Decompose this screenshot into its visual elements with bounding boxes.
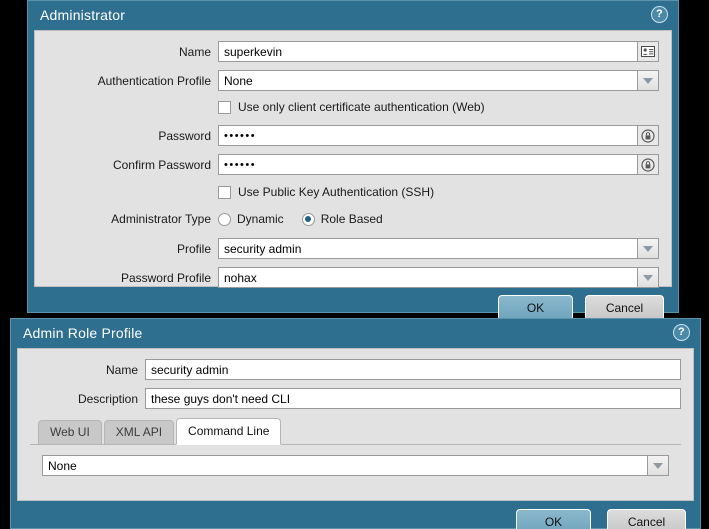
row-public-key-auth: Use Public Key Authentication (SSH)	[35, 179, 671, 206]
tab-xml-api[interactable]: XML API	[103, 420, 175, 444]
command-line-panel: None	[30, 445, 681, 488]
password-lock-icon[interactable]	[637, 125, 659, 146]
password-lock-icon-svg	[641, 128, 655, 143]
label-authentication-profile: Authentication Profile	[97, 73, 211, 88]
public-key-auth-label: Use Public Key Authentication (SSH)	[238, 185, 435, 199]
chevron-down-icon[interactable]	[647, 455, 669, 476]
role-description-input[interactable]: these guys don't need CLI	[145, 388, 681, 409]
command-line-value[interactable]: None	[42, 455, 647, 476]
label-password: Password	[158, 128, 211, 143]
label-password-profile: Password Profile	[120, 270, 211, 285]
label-profile: Profile	[176, 241, 211, 256]
screen: Administrator ? Name superkevin Authenti…	[0, 0, 709, 529]
profile-value[interactable]: security admin	[218, 238, 637, 259]
radio-role-based-label: Role Based	[320, 212, 383, 226]
client-cert-only-label: Use only client certificate authenticati…	[238, 100, 485, 114]
row-authentication-profile: Authentication Profile None	[35, 66, 671, 95]
help-circle-icon[interactable]: ?	[651, 6, 668, 23]
label-role-name: Name	[105, 362, 138, 377]
name-input[interactable]: superkevin	[218, 41, 637, 62]
radio-dynamic-label: Dynamic	[237, 212, 284, 226]
role-name-input[interactable]: security admin	[145, 359, 681, 380]
admin-role-profile-dialog: Admin Role Profile ? Name security admin…	[10, 318, 701, 529]
contact-card-icon[interactable]	[637, 41, 659, 62]
administrator-dialog-title: Administrator	[40, 7, 126, 23]
admin-role-profile-body: Name security admin Description these gu…	[17, 348, 694, 501]
row-password: Password ••••••	[35, 121, 671, 150]
chevron-down-icon[interactable]	[637, 238, 659, 259]
row-role-name: Name security admin	[18, 355, 693, 384]
chevron-down-icon[interactable]	[637, 267, 659, 288]
label-name: Name	[178, 44, 211, 59]
password-lock-icon-svg	[641, 157, 655, 172]
row-role-description: Description these guys don't need CLI	[18, 384, 693, 413]
row-administrator-type: Administrator Type Dynamic Role Based	[35, 206, 671, 234]
administrator-dialog: Administrator ? Name superkevin Authenti…	[27, 0, 679, 321]
help-circle-icon[interactable]: ?	[673, 324, 690, 341]
chevron-down-icon[interactable]	[637, 70, 659, 91]
administrator-dialog-titlebar: Administrator ?	[28, 1, 678, 30]
radio-dynamic[interactable]	[218, 212, 231, 226]
row-name: Name superkevin	[35, 37, 671, 66]
role-cancel-button[interactable]: Cancel	[607, 509, 686, 529]
client-cert-only-checkbox[interactable]	[218, 100, 231, 114]
row-profile: Profile security admin	[35, 234, 671, 263]
admin-role-profile-titlebar: Admin Role Profile ?	[11, 319, 700, 348]
row-client-cert-only: Use only client certificate authenticati…	[35, 95, 671, 121]
label-confirm-password: Confirm Password	[112, 157, 211, 172]
authentication-profile-value[interactable]: None	[218, 70, 637, 91]
administrator-dialog-body: Name superkevin Authentication Profile N…	[34, 30, 672, 288]
admin-role-profile-title: Admin Role Profile	[23, 325, 143, 341]
role-tabstrip: Web UI XML API Command Line	[30, 418, 681, 445]
row-confirm-password: Confirm Password ••••••	[35, 150, 671, 179]
role-ok-button[interactable]: OK	[516, 509, 591, 529]
tab-command-line[interactable]: Command Line	[176, 418, 282, 445]
admin-role-profile-footer: OK Cancel	[11, 501, 700, 529]
tab-web-ui[interactable]: Web UI	[38, 420, 102, 444]
label-administrator-type: Administrator Type	[111, 212, 211, 226]
confirm-password-input[interactable]: ••••••	[218, 154, 637, 175]
contact-card-icon-svg	[641, 46, 655, 57]
password-input[interactable]: ••••••	[218, 125, 637, 146]
radio-role-based[interactable]	[301, 212, 315, 226]
label-role-description: Description	[77, 391, 138, 406]
password-profile-value[interactable]: nohax	[218, 267, 637, 288]
password-lock-icon[interactable]	[637, 154, 659, 175]
public-key-auth-checkbox[interactable]	[218, 185, 231, 199]
